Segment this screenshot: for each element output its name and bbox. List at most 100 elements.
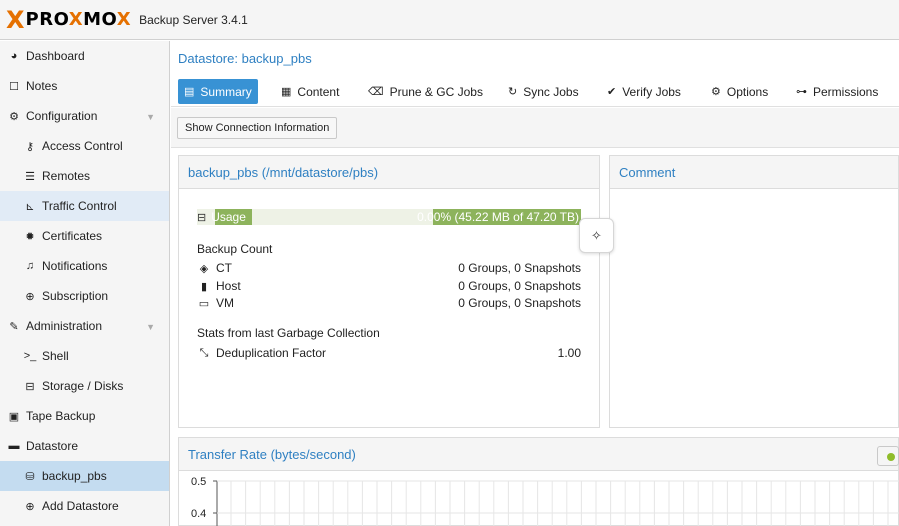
tab-label: Options: [726, 84, 769, 99]
y-tick-label: 0.4: [191, 508, 206, 520]
server-icon: ☰: [25, 170, 35, 183]
panel-title: backup_pbs (/mnt/datastore/pbs): [179, 156, 599, 189]
plus-circle-icon: ⊕: [25, 500, 35, 513]
row-label: VM: [216, 296, 234, 310]
panel-title: Comment: [610, 156, 898, 189]
gear-icon: ⚙: [711, 86, 721, 98]
sidebar-item-configuration[interactable]: ⚙ Configuration ▼: [0, 101, 169, 131]
transfer-rate-panel: Transfer Rate (bytes/second) 0.5 0.4: [178, 437, 899, 526]
terminal-icon: >_: [23, 350, 37, 362]
sidebar-item-label: Certificates: [42, 229, 103, 243]
panel-title: Transfer Rate (bytes/second): [179, 438, 898, 471]
row-value: 1.00: [557, 346, 581, 360]
sidebar-item-shell[interactable]: >_ Shell: [0, 341, 169, 371]
sidebar-item-label: Remotes: [42, 169, 91, 183]
sparkle-icon: ✧: [591, 227, 602, 243]
tab-label: Permissions: [813, 84, 879, 99]
chevron-down-icon[interactable]: ▼: [146, 322, 155, 332]
sidebar-item-label: backup_pbs: [42, 469, 107, 483]
database-icon: ⛁: [25, 470, 35, 483]
row-label: CT: [216, 261, 232, 275]
desktop-icon: ▭: [198, 297, 210, 310]
notes-icon: ☐: [9, 80, 19, 93]
row-label: Deduplication Factor: [216, 346, 327, 360]
tab-label: Content: [297, 84, 340, 99]
sidebar-item-tape-backup[interactable]: ▣ Tape Backup: [0, 401, 169, 431]
tape-icon: ▣: [8, 410, 20, 423]
logo-x-mark: X: [6, 5, 25, 34]
sidebar-item-label: Administration: [26, 319, 103, 333]
tab-content[interactable]: ▦ Content: [281, 79, 339, 104]
gc-stats-label: Stats from last Garbage Collection: [197, 326, 380, 340]
trash-icon: ⌫: [368, 86, 384, 98]
transfer-rate-chart: 0.5 0.4: [179, 471, 899, 526]
tab-sync-jobs[interactable]: ↻ Sync Jobs: [508, 79, 579, 104]
sidebar-item-traffic-control[interactable]: ⊾ Traffic Control: [0, 191, 169, 221]
sidebar-item-label: Datastore: [26, 439, 79, 453]
wrench-icon: ✎: [9, 320, 19, 333]
page-title: Datastore: backup_pbs: [178, 51, 312, 66]
sidebar-item-storage-disks[interactable]: ⊟ Storage / Disks: [0, 371, 169, 401]
sidebar-item-label: Configuration: [26, 109, 98, 123]
tab-bar: ▤ Summary ▦ Content ⌫ Prune & GC Jobs ↻ …: [171, 77, 899, 107]
sidebar-item-notifications[interactable]: ♫ Notifications: [0, 251, 169, 281]
hdd-icon: ⊟: [25, 380, 35, 393]
tab-label: Verify Jobs: [622, 84, 681, 99]
usage-value: 0.00% (45.22 MB of 47.20 TB): [417, 210, 579, 224]
main-content: Datastore: backup_pbs ▤ Summary ▦ Conten…: [171, 41, 899, 526]
sidebar-item-access-control[interactable]: ⚷ Access Control: [0, 131, 169, 161]
sidebar-item-remotes[interactable]: ☰ Remotes: [0, 161, 169, 191]
sidebar-item-label: Notes: [26, 79, 58, 93]
sidebar: ◕ Dashboard ☐ Notes ⚙ Configuration ▼ ⚷ …: [0, 41, 170, 526]
chart-svg: 0.5 0.4: [191, 476, 899, 526]
sidebar-item-label: Storage / Disks: [42, 379, 124, 393]
backup-count-host-row: ▮ Host 0 Groups, 0 Snapshots: [197, 278, 581, 294]
row-value: 0 Groups, 0 Snapshots: [458, 261, 581, 275]
book-icon: ▤: [184, 86, 195, 98]
sidebar-item-subscription[interactable]: ⊕ Subscription: [0, 281, 169, 311]
sidebar-item-notes[interactable]: ☐ Notes: [0, 71, 169, 101]
dashboard-icon: ◕: [10, 50, 18, 62]
backup-count-vm-row: ▭ VM 0 Groups, 0 Snapshots: [197, 295, 581, 311]
show-connection-info-button[interactable]: Show Connection Information: [177, 117, 338, 139]
legend-toggle-button[interactable]: [877, 446, 899, 466]
certificate-icon: ✹: [25, 230, 35, 243]
sidebar-item-label: Tape Backup: [26, 409, 96, 423]
y-tick-label: 0.5: [191, 476, 206, 488]
tab-options[interactable]: ⚙ Options: [711, 79, 768, 104]
sidebar-item-dashboard[interactable]: ◕ Dashboard: [0, 41, 169, 71]
sidebar-item-datastore[interactable]: ▬ Datastore: [0, 431, 169, 461]
proxmox-logo[interactable]: X PROXMOX: [6, 8, 131, 32]
tab-label: Summary: [200, 84, 252, 99]
chevron-down-icon[interactable]: ▼: [146, 112, 155, 122]
product-version: Backup Server 3.4.1: [139, 12, 248, 27]
hdd-icon: ⊟: [197, 211, 207, 224]
sidebar-item-certificates[interactable]: ✹ Certificates: [0, 221, 169, 251]
comment-panel[interactable]: Comment: [609, 155, 899, 428]
row-value: 0 Groups, 0 Snapshots: [458, 296, 581, 310]
bell-icon: ♫: [25, 260, 35, 272]
dedup-factor-row: ⤡ Deduplication Factor 1.00: [197, 345, 581, 361]
sparkle-assistant-button[interactable]: ✧: [579, 218, 614, 253]
sidebar-item-label: Traffic Control: [42, 199, 117, 213]
sidebar-item-add-datastore[interactable]: ⊕ Add Datastore: [0, 491, 169, 521]
traffic-icon: ⊾: [25, 200, 35, 213]
usage-label: ⊟ Usage: [197, 210, 246, 224]
sidebar-item-label: Shell: [42, 349, 69, 363]
sidebar-item-label: Add Datastore: [42, 499, 119, 513]
sidebar-item-administration[interactable]: ✎ Administration ▼: [0, 311, 169, 341]
row-label: Host: [216, 279, 241, 293]
tab-permissions[interactable]: ⊶ Permissions: [796, 79, 878, 104]
tab-verify-jobs[interactable]: ✔ Verify Jobs: [607, 79, 681, 104]
archive-icon: ▬: [8, 440, 20, 452]
sidebar-item-backup-pbs[interactable]: ⛁ backup_pbs: [0, 461, 169, 491]
sidebar-item-label: Dashboard: [26, 49, 85, 63]
logo-wordmark: PROXMOX: [25, 9, 132, 30]
tab-label: Prune & GC Jobs: [389, 84, 483, 99]
tab-summary[interactable]: ▤ Summary: [178, 79, 258, 104]
tab-prune-gc-jobs[interactable]: ⌫ Prune & GC Jobs: [368, 79, 483, 104]
sidebar-item-label: Notifications: [42, 259, 108, 273]
usage-label-text: Usage: [211, 210, 246, 224]
toolbar: Show Connection Information: [171, 108, 899, 148]
usage-row: ⊟ Usage 0.00% (45.22 MB of 47.20 TB): [197, 209, 581, 225]
